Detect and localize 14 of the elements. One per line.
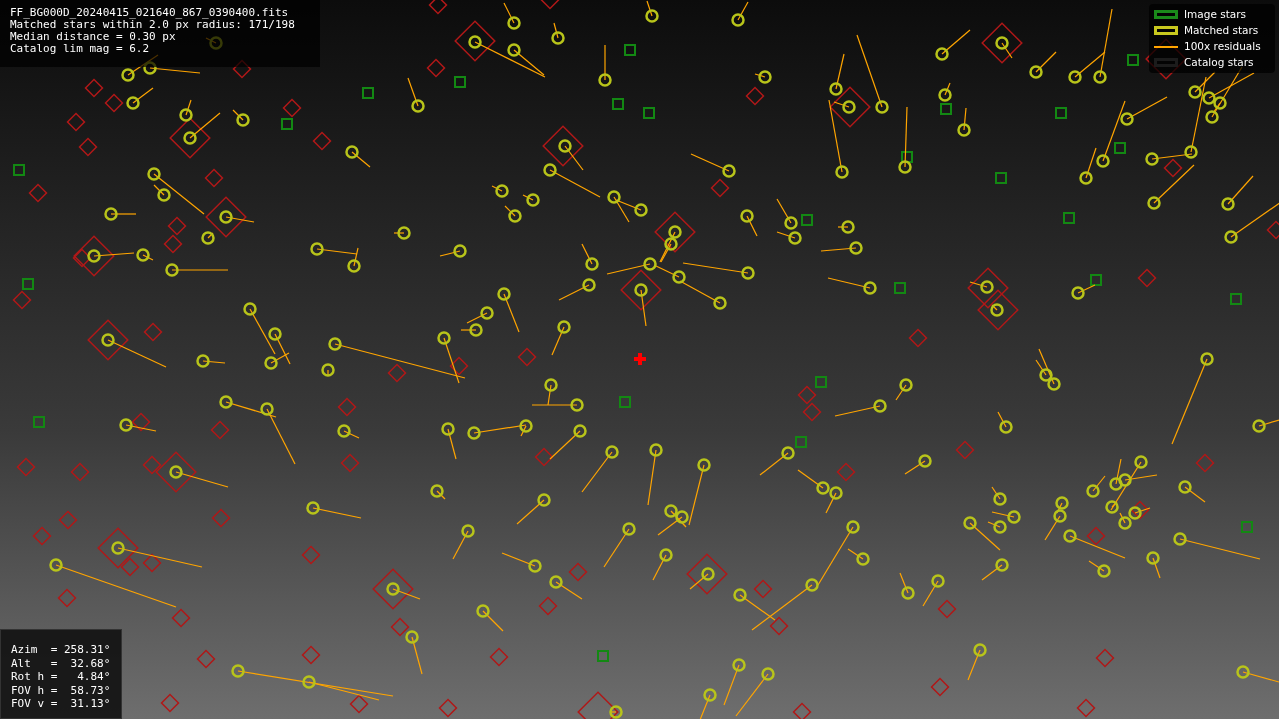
info-text: FF_BG000D_20240415_021640_867_0390400.fits (10, 7, 290, 19)
info-text: Catalog lim mag = 6.2 (10, 43, 151, 55)
pointing-text: Rot h = 4.84° (11, 670, 112, 684)
info-text: Matched stars within 2.0 px radius: 171/198 (10, 19, 296, 31)
pointing-text: FOV v = 31.13° (11, 697, 112, 711)
pointing-text: Alt = 32.68° (11, 656, 112, 670)
legend-label: Image stars (1184, 6, 1247, 22)
legend-label: 100x residuals (1184, 38, 1261, 54)
pointing-text: Azim = 258.31° (11, 643, 112, 657)
legend-label: Catalog stars (1184, 54, 1254, 70)
pointing-text: FOV h = 58.73° (11, 683, 112, 697)
info-text: Median distance = 0.30 px (10, 31, 177, 43)
center-cross-icon (634, 353, 646, 365)
legend-label: Matched stars (1184, 22, 1259, 38)
